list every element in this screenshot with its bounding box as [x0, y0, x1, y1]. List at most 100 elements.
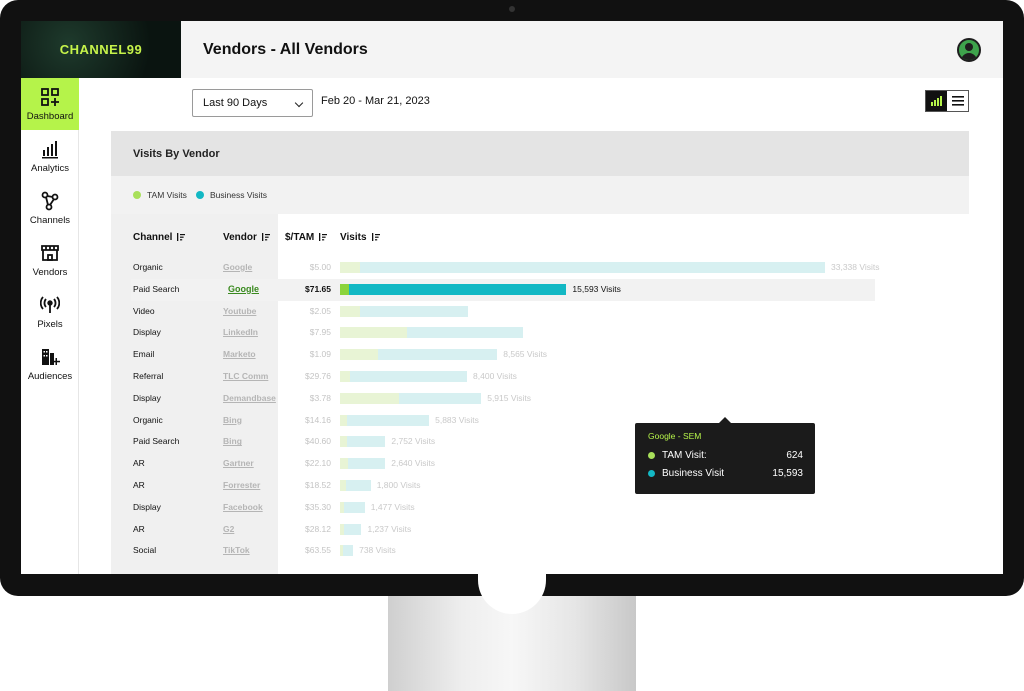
card-title: Visits By Vendor: [133, 148, 220, 160]
sidebar-item-analytics[interactable]: Analytics: [21, 130, 79, 182]
vendor-link[interactable]: Forrester: [223, 480, 260, 490]
visits-label: 1,237 Visits: [367, 523, 412, 534]
vendor-link[interactable]: LinkedIn: [223, 327, 258, 337]
legend-dot-icon: [196, 191, 204, 199]
table-row[interactable]: Email Marketo $1.09 8,565 Visits: [111, 344, 969, 366]
bar-business-visits[interactable]: [346, 436, 386, 448]
vendor-link[interactable]: TikTok: [223, 545, 250, 555]
bar-tam-visits[interactable]: [340, 305, 360, 317]
channel-cell: Email: [133, 349, 155, 360]
vendor-link[interactable]: Google: [228, 284, 259, 294]
column-header-vendor[interactable]: Vendor: [223, 232, 270, 243]
table-row[interactable]: AR Forrester $18.52 1,800 Visits: [111, 475, 969, 497]
bar-business-visits[interactable]: [359, 262, 825, 273]
bar-business-visits[interactable]: [407, 327, 523, 339]
logo-text: CHANNEL99: [59, 42, 143, 57]
vendor-link[interactable]: Bing: [223, 436, 242, 446]
table-row[interactable]: Organic Google $5.00 33,338 Visits: [111, 257, 969, 279]
table-row[interactable]: Video Youtube $2.05: [111, 301, 969, 323]
bar-business-visits[interactable]: [344, 501, 365, 513]
channel-cell: Organic: [133, 262, 163, 272]
legend-item-business: Business Visits: [196, 190, 267, 200]
bar-business-visits[interactable]: [349, 371, 468, 382]
channels-network-icon: [41, 191, 59, 210]
table-row[interactable]: Display Demandbase $3.78 5,915 Visits: [111, 388, 969, 410]
tooltip-row-tam: TAM Visit: 624: [648, 450, 803, 461]
sidebar-item-channels[interactable]: Channels: [21, 182, 79, 234]
channel-cell: Video: [133, 305, 155, 316]
date-range-select[interactable]: Last 90 Days: [192, 89, 313, 117]
vendor-link[interactable]: G2: [223, 524, 234, 534]
bar-business-visits[interactable]: [359, 305, 469, 317]
vendor-link[interactable]: Marketo: [223, 349, 256, 359]
table-row[interactable]: AR Gartner $22.10 2,640 Visits: [111, 453, 969, 475]
vendor-link[interactable]: Google: [223, 262, 252, 272]
broadcast-icon: [40, 295, 60, 313]
bar-business-visits[interactable]: [342, 545, 354, 557]
vendor-link[interactable]: Bing: [223, 415, 242, 425]
bar-tam-visits[interactable]: [340, 458, 349, 470]
table-row[interactable]: Paid Search Google $71.65 15,593 Visits: [131, 278, 875, 301]
bar-tam-visits[interactable]: [340, 371, 350, 382]
channel-cell: Paid Search: [133, 436, 180, 447]
page-title: Vendors - All Vendors: [203, 41, 368, 58]
list-view-button[interactable]: [947, 91, 968, 111]
vendor-link[interactable]: Youtube: [223, 306, 256, 316]
date-range-select-value: Last 90 Days: [203, 97, 268, 109]
visits-label: 8,400 Visits: [473, 371, 517, 381]
tooltip-dot-icon: [648, 470, 655, 477]
bar-tam-visits[interactable]: [340, 414, 347, 426]
bar-tam-visits[interactable]: [340, 349, 378, 361]
audience-add-icon: [42, 348, 60, 365]
logo[interactable]: CHANNEL99: [21, 21, 181, 78]
bar-tam-visits[interactable]: [340, 283, 349, 295]
column-header-channel[interactable]: Channel: [133, 232, 186, 243]
visits-label: 15,593 Visits: [572, 283, 621, 294]
sidebar-item-pixels[interactable]: Pixels: [21, 286, 79, 338]
bar-business-visits[interactable]: [348, 458, 386, 470]
bar-business-visits[interactable]: [345, 480, 371, 491]
bar-tam-visits[interactable]: [340, 436, 347, 448]
sidebar-item-audiences[interactable]: Audiences: [21, 338, 79, 390]
table-row[interactable]: Organic Bing $14.16 5,883 Visits: [111, 410, 969, 432]
table-row[interactable]: Paid Search Bing $40.60 2,752 Visits: [111, 431, 969, 453]
table-row[interactable]: AR G2 $28.12 1,237 Visits: [111, 519, 969, 541]
table-row[interactable]: Social TikTok $63.55 738 Visits: [111, 540, 969, 562]
visits-label: 33,338 Visits: [831, 262, 880, 272]
bar-tam-visits[interactable]: [340, 262, 360, 273]
vendor-link[interactable]: TLC Comm: [223, 371, 268, 381]
bar-business-visits[interactable]: [346, 414, 430, 426]
user-avatar-icon[interactable]: [957, 38, 981, 62]
channel-cell: Paid Search: [133, 283, 180, 294]
sidebar-item-dashboard[interactable]: Dashboard: [21, 78, 79, 130]
chart-legend: TAM Visits Business Visits: [111, 176, 969, 214]
cost-per-tam-cell: $14.16: [305, 414, 331, 425]
bar-tam-visits[interactable]: [340, 327, 408, 339]
vendor-table: Channel Vendor $/TAM Visits Organic Goog…: [111, 214, 969, 574]
cost-per-tam-cell: $1.09: [309, 349, 331, 360]
visits-label: 8,565 Visits: [503, 349, 548, 360]
vendor-link[interactable]: Facebook: [223, 502, 263, 512]
cost-per-tam-cell: $28.12: [305, 523, 331, 534]
tooltip-title: Google - SEM: [648, 431, 702, 441]
sidebar-item-vendors[interactable]: Vendors: [21, 234, 79, 286]
table-row[interactable]: Display Facebook $35.30 1,477 Visits: [111, 497, 969, 519]
vendor-link[interactable]: Gartner: [223, 458, 254, 468]
sidebar-item-label: Vendors: [32, 266, 68, 278]
cost-per-tam-cell: $35.30: [305, 501, 331, 512]
table-row[interactable]: Referral TLC Comm $29.76 8,400 Visits: [111, 366, 969, 388]
dashboard-grid-icon: [41, 87, 59, 106]
bar-business-visits[interactable]: [398, 392, 482, 404]
visits-label: 1,800 Visits: [376, 480, 421, 490]
bar-tam-visits[interactable]: [340, 392, 399, 404]
bar-business-visits[interactable]: [377, 349, 498, 361]
table-row[interactable]: Display LinkedIn $7.95: [111, 322, 969, 344]
column-header-visits[interactable]: Visits: [340, 232, 380, 243]
sidebar-item-label: Analytics: [30, 162, 69, 174]
bar-business-visits[interactable]: [344, 523, 362, 535]
column-header-cost-per-tam[interactable]: $/TAM: [285, 232, 328, 243]
chart-view-button[interactable]: [926, 91, 947, 111]
channel-cell: Display: [133, 392, 161, 403]
bar-business-visits[interactable]: [348, 283, 567, 295]
vendor-link[interactable]: Demandbase: [223, 393, 276, 403]
